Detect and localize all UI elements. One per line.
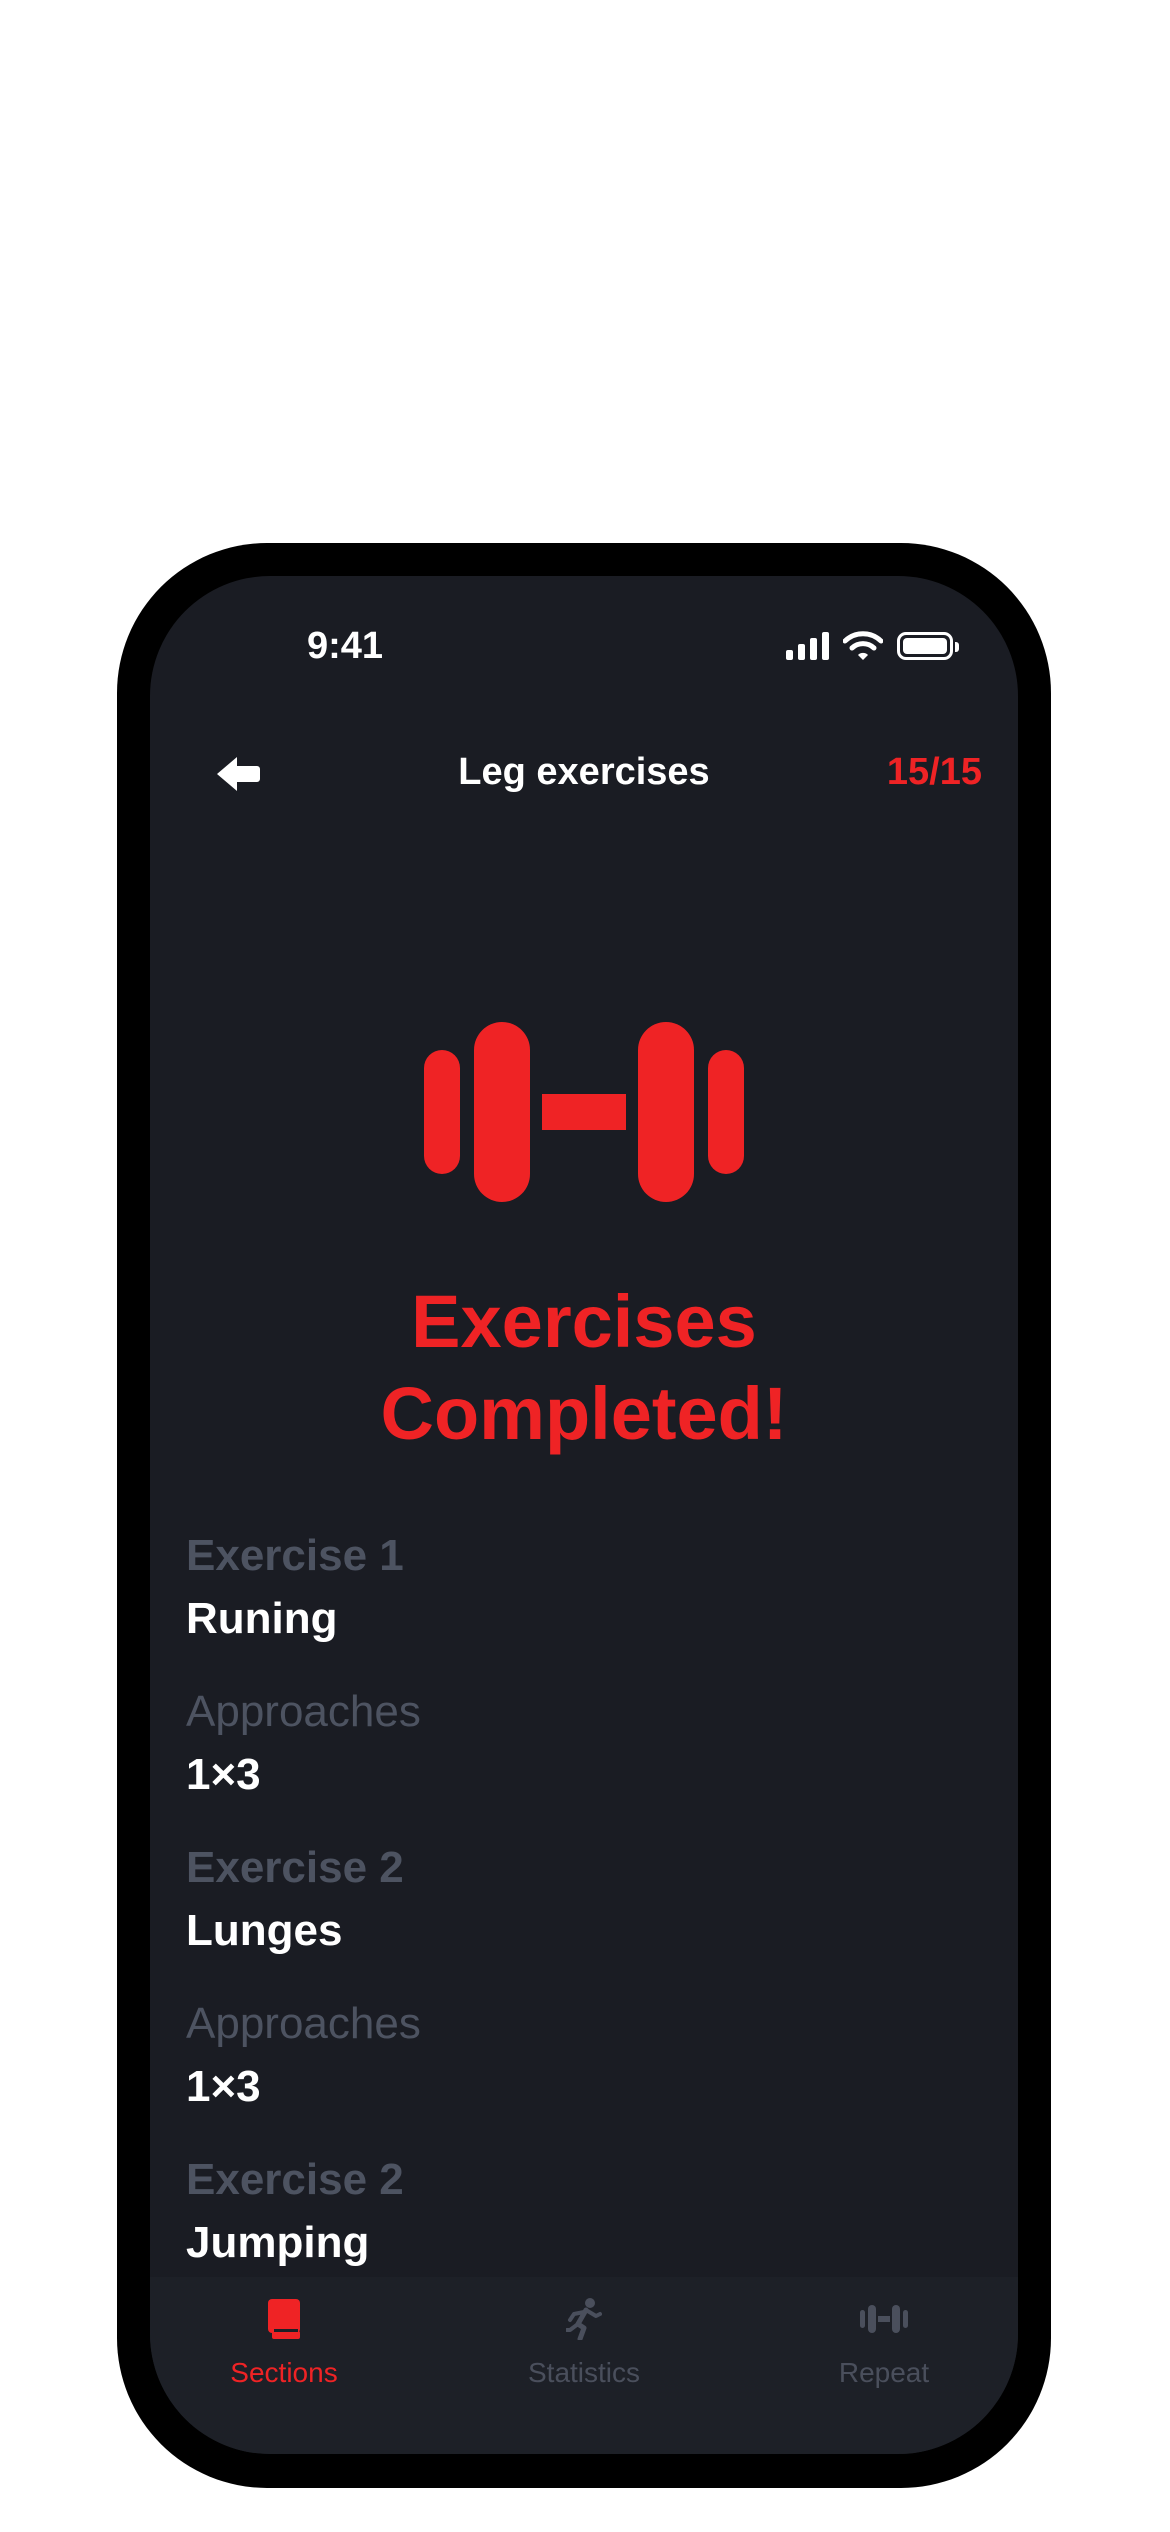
exercise-name: Jumping [186,2218,370,2267]
completion-title: Exercises Completed! [184,1276,984,1460]
running-person-icon [566,2298,602,2340]
exercise-name: Runing [186,1594,338,1643]
approaches-value: 1×3 [186,1750,261,1799]
page-title: Leg exercises [458,751,710,793]
arrow-left-icon [217,757,260,791]
tab-label: Repeat [838,2357,930,2388]
cellular-signal-icon [786,632,829,660]
battery-icon [897,632,959,660]
tab-bar: Sections Statistics Repeat [150,2277,1018,2454]
dumbbell-icon [860,2305,908,2333]
tab-label: Sections [230,2357,338,2388]
status-time: 9:41 [306,625,384,667]
tab-statistics[interactable]: Statistics [464,2277,704,2454]
exercise-list: Exercise 1 Runing Approaches 1×3 Exercis… [186,1526,946,2306]
completion-title-line1: Exercises [411,1280,757,1363]
exercise-name: Lunges [186,1906,343,1955]
list-item: Exercise 2 Jumping [186,2150,946,2276]
tab-repeat[interactable]: Repeat [764,2277,1004,2454]
completion-title-line2: Completed! [380,1372,788,1455]
wifi-icon [843,631,883,660]
tab-label: Statistics [527,2357,641,2388]
exercise-label: Exercise 2 [186,2155,404,2204]
approaches-label: Approaches [186,1687,421,1736]
exercise-label: Exercise 1 [186,1531,404,1580]
progress-counter: 15/15 [886,751,982,793]
back-button[interactable] [198,734,278,814]
tab-sections[interactable]: Sections [164,2277,404,2454]
list-item: Exercise 2 Lunges Approaches 1×3 [186,1838,946,2120]
approaches-label: Approaches [186,1999,421,2048]
dumbbell-icon [424,1022,744,1202]
app-screen: 9:41 Leg exercises 15/15 Exercises Compl… [150,576,1018,2454]
status-icons [786,628,959,664]
book-icon [268,2299,300,2339]
exercise-label: Exercise 2 [186,1843,404,1892]
approaches-value: 1×3 [186,2062,261,2111]
list-item: Exercise 1 Runing Approaches 1×3 [186,1526,946,1808]
